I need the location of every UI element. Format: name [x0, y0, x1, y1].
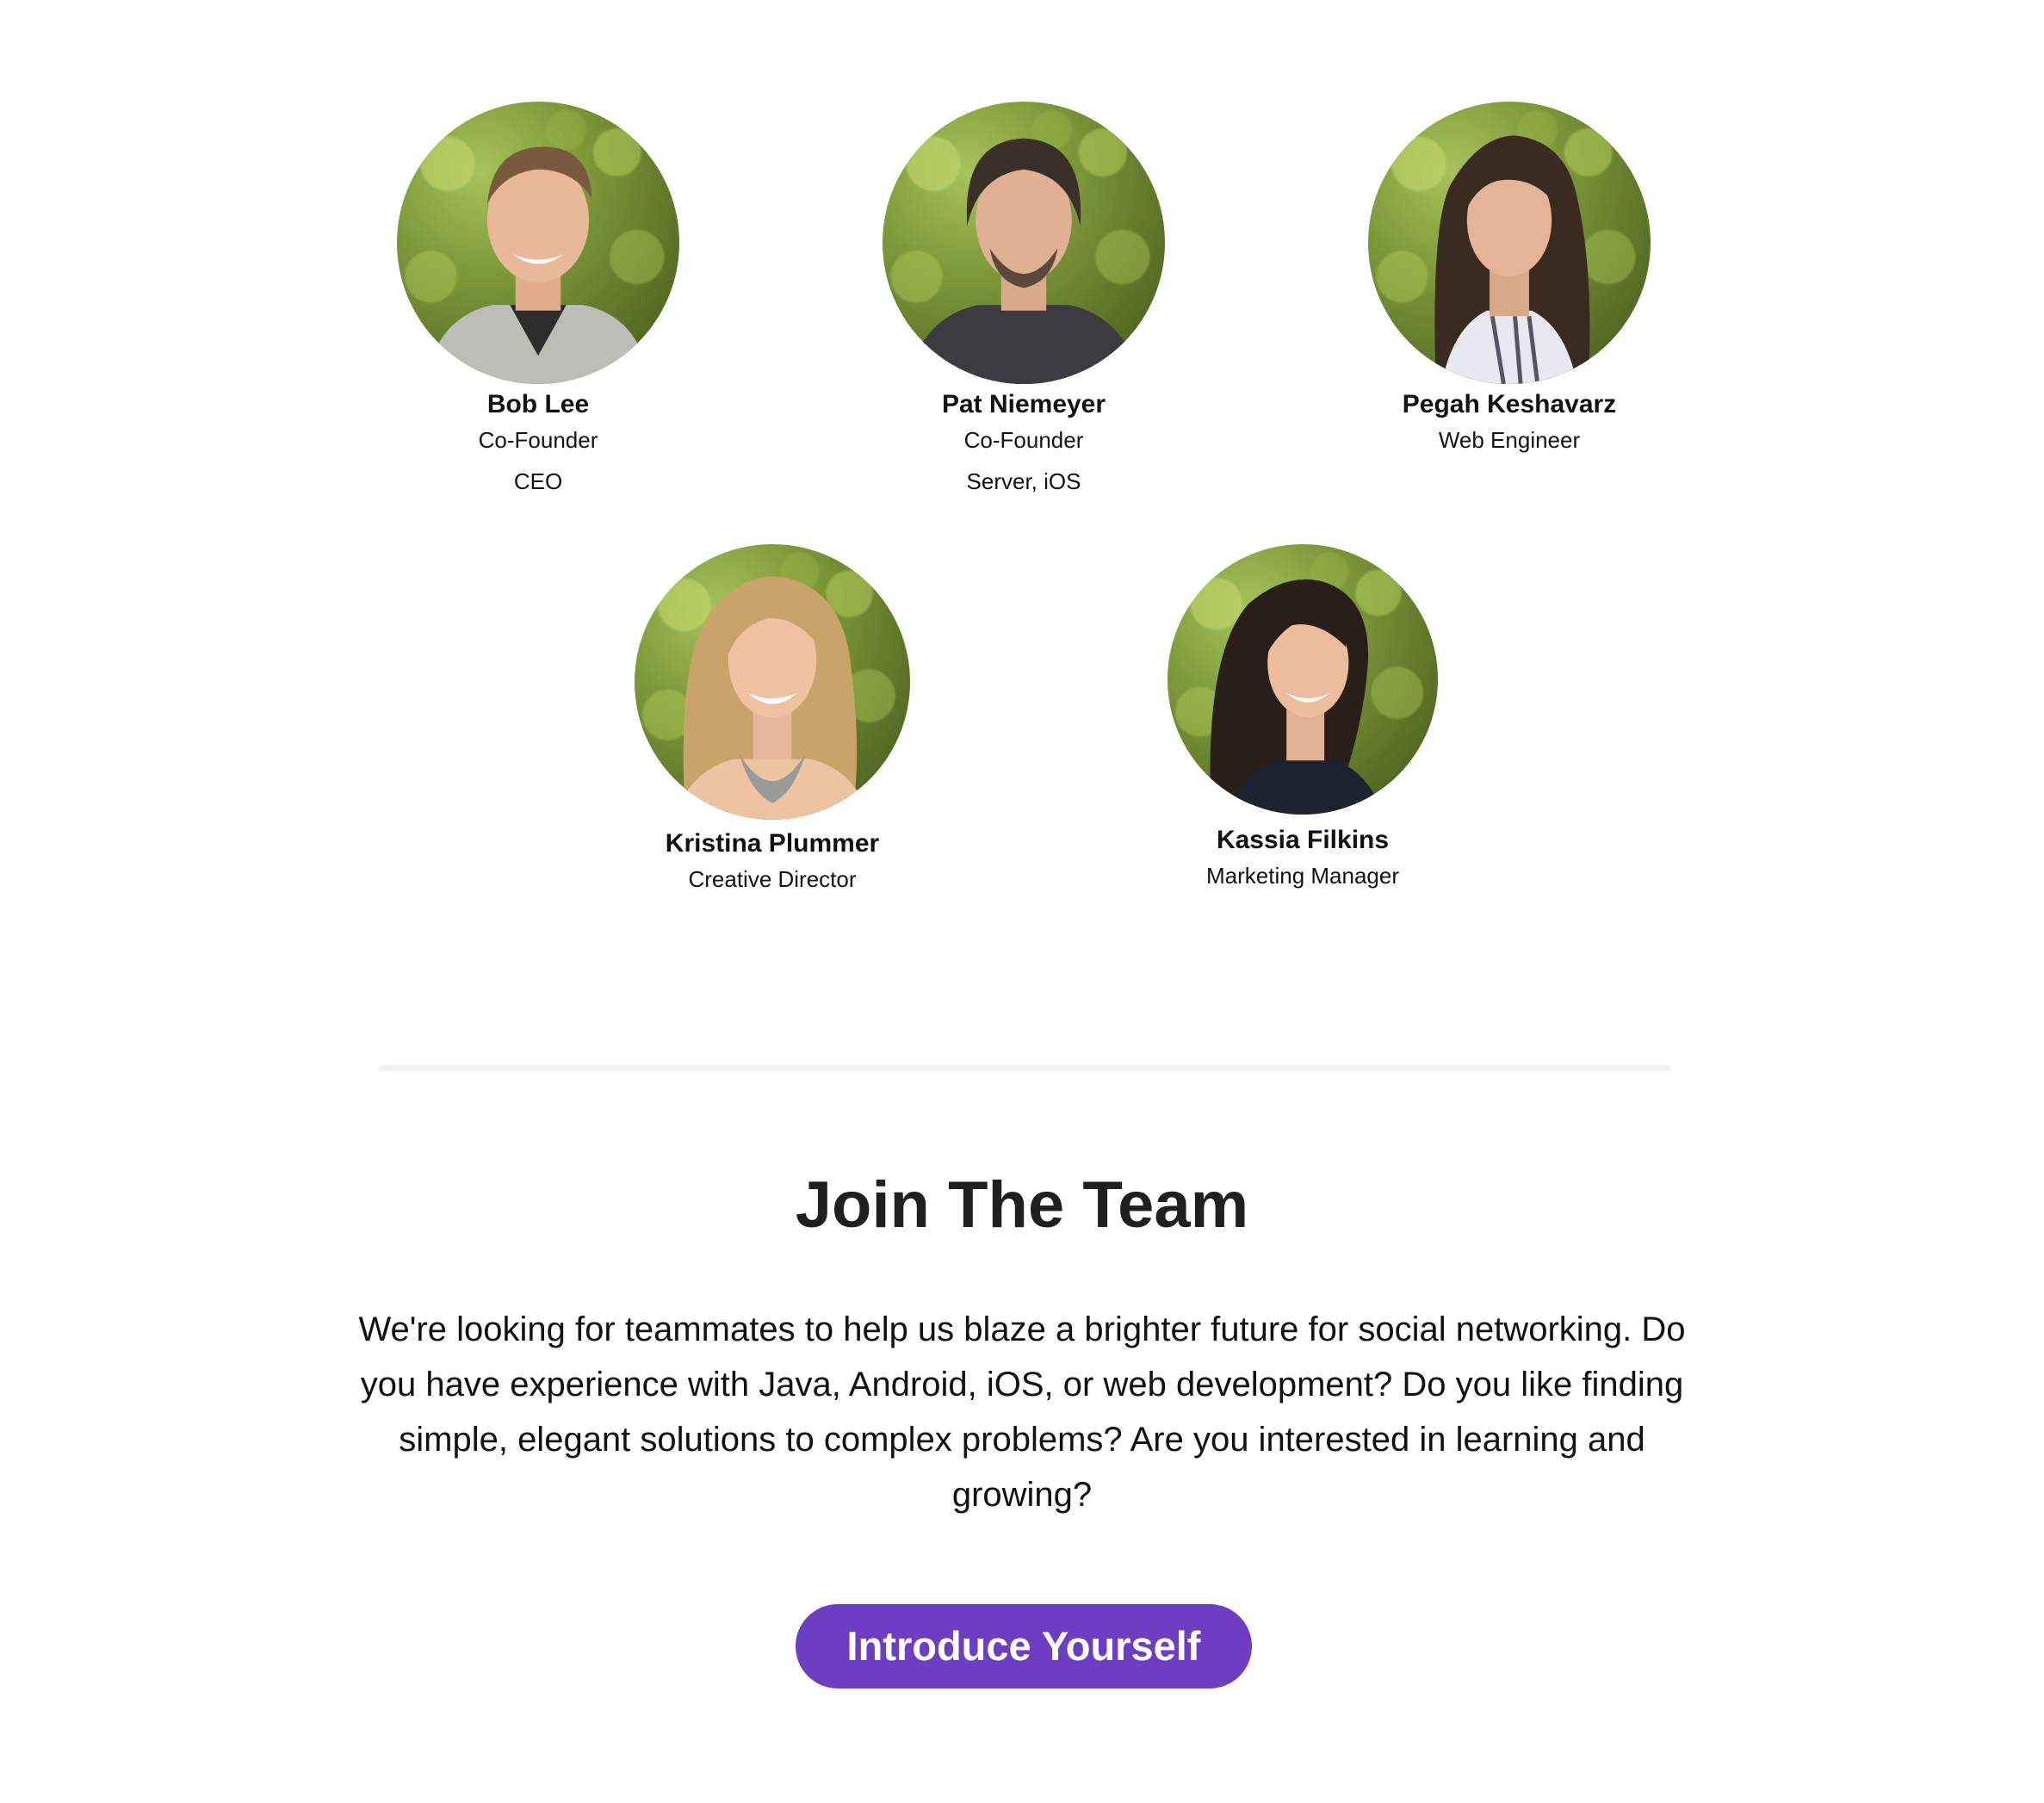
- introduce-yourself-button[interactable]: Introduce Yourself: [796, 1604, 1252, 1688]
- member-subrole: Server, iOS: [966, 468, 1081, 494]
- team-member-kristina-plummer: Kristina Plummer Creative Director: [548, 544, 996, 893]
- member-name: Kassia Filkins: [1216, 826, 1390, 854]
- team-member-pegah-keshavarz: Pegah Keshavarz Web Engineer: [1285, 102, 1733, 454]
- person-photo-icon: [1434, 135, 1590, 384]
- person-photo-icon: [905, 138, 1143, 384]
- avatar: [635, 544, 910, 820]
- team-member-kassia-filkins: Kassia Filkins Marketing Manager: [1079, 544, 1527, 889]
- join-description: We're looking for teammates to help us b…: [358, 1310, 1686, 1514]
- member-role: Marketing Manager: [1206, 863, 1399, 889]
- member-role: Creative Director: [688, 866, 857, 892]
- member-subrole: CEO: [513, 468, 563, 494]
- person-photo-icon: [1210, 579, 1384, 815]
- avatar: [1168, 544, 1438, 815]
- avatar: [883, 102, 1165, 384]
- person-photo-icon: [672, 576, 872, 820]
- avatar: [397, 102, 679, 384]
- section-divider: [379, 1065, 1670, 1071]
- member-name: Bob Lee: [486, 390, 590, 418]
- member-role: Co-Founder: [478, 427, 598, 453]
- avatar: [1368, 102, 1651, 384]
- member-role: Co-Founder: [963, 427, 1084, 453]
- person-photo-icon: [424, 146, 652, 384]
- member-name: Pegah Keshavarz: [1402, 390, 1617, 418]
- member-name: Kristina Plummer: [665, 829, 880, 858]
- team-member-bob-lee: Bob Lee Co-Founder CEO: [314, 102, 762, 495]
- team-member-pat-niemeyer: Pat Niemeyer Co-Founder Server, iOS: [800, 102, 1248, 495]
- member-role: Web Engineer: [1438, 427, 1581, 453]
- member-name: Pat Niemeyer: [941, 390, 1106, 418]
- join-title: Join The Team: [795, 1168, 1249, 1242]
